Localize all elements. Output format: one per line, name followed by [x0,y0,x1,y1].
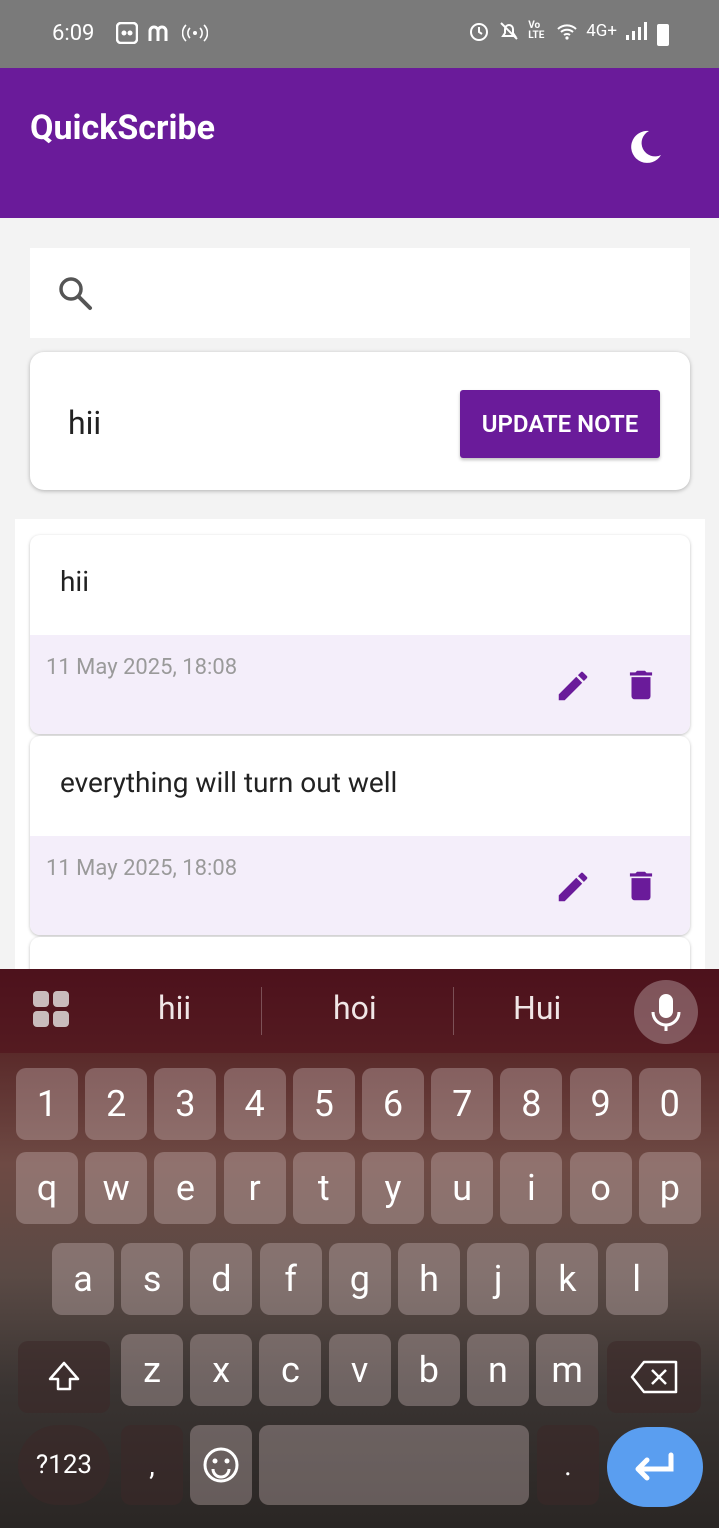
soft-keyboard: hii hoi Hui ?123 , . 1234567890 qwertyuio… [0,969,719,1528]
signal-icon [626,22,647,40]
number-key[interactable]: 6 [362,1068,424,1140]
number-key[interactable]: 1 [16,1068,78,1140]
alarm-icon [470,23,489,41]
letter-key[interactable]: v [328,1334,391,1406]
letter-key[interactable]: w [85,1152,148,1224]
emoji-smile-icon [203,1447,239,1483]
letter-key[interactable]: f [259,1243,322,1315]
letter-key[interactable]: k [536,1243,599,1315]
microphone-icon [651,994,681,1031]
edit-pencil-icon[interactable] [554,667,592,705]
letter-key[interactable]: m [536,1334,599,1406]
letter-key[interactable]: o [569,1152,632,1224]
note-text: everything will turn out well [60,766,398,799]
app-bar: QuickScribe [0,68,719,218]
edit-pencil-icon[interactable] [554,868,592,906]
voice-input-button[interactable] [634,980,698,1044]
note-footer: 11 May 2025, 18:08 [30,836,690,935]
m-app-icon [148,25,168,41]
dark-mode-moon-icon[interactable] [625,127,665,167]
shift-key[interactable] [18,1341,110,1413]
notes-list: hii 11 May 2025, 18:08 everything will t… [15,519,705,979]
number-key[interactable]: 3 [154,1068,217,1140]
letter-key[interactable]: l [605,1243,668,1315]
comma-key[interactable]: , [121,1425,183,1505]
letter-key[interactable]: z [121,1334,183,1406]
suggestion-bar: hii hoi Hui [0,969,719,1053]
search-icon [59,277,92,310]
backspace-key[interactable] [607,1341,701,1413]
wifi-icon [557,24,577,40]
mute-bell-icon [500,22,518,40]
delete-trash-icon[interactable] [622,666,660,704]
delete-trash-icon[interactable] [622,867,660,905]
apps-grid-icon[interactable] [33,991,69,1027]
number-key[interactable]: 8 [500,1068,563,1140]
number-key[interactable]: 0 [638,1068,701,1140]
letter-key[interactable]: i [500,1152,563,1224]
note-text: hii [60,565,90,598]
volte-label: Vo LTE [528,20,545,41]
emoji-key[interactable] [190,1425,252,1505]
letter-key[interactable]: g [328,1243,391,1315]
letter-key[interactable]: n [467,1334,529,1406]
letter-key[interactable]: p [638,1152,701,1224]
hotspot-signal-icon [182,24,208,42]
backspace-icon [630,1360,678,1394]
network-type: 4G+ [586,21,617,41]
letter-key[interactable]: t [292,1152,355,1224]
number-key[interactable]: 9 [569,1068,632,1140]
period-key[interactable]: . [537,1425,599,1505]
battery-icon [657,24,669,46]
note-editor-card: hii UPDATE NOTE [30,352,690,490]
letter-key[interactable]: e [154,1152,217,1224]
space-key[interactable] [259,1425,529,1505]
letter-key[interactable]: a [52,1243,114,1315]
number-key[interactable]: 5 [292,1068,355,1140]
app-title: QuickScribe [30,108,215,148]
number-key[interactable]: 7 [431,1068,494,1140]
letter-key[interactable]: d [190,1243,253,1315]
status-time: 6:09 [52,21,95,46]
note-card[interactable]: hii 11 May 2025, 18:08 [30,535,690,734]
letter-key[interactable]: j [467,1243,530,1315]
note-footer: 11 May 2025, 18:08 [30,635,690,734]
letter-key[interactable]: b [397,1334,460,1406]
status-left-icons [116,22,208,44]
status-right-icons: Vo LTE 4G+ [468,20,647,42]
suggestion-2[interactable]: hoi [333,989,377,1027]
note-date: 11 May 2025, 18:08 [46,856,238,881]
letter-key[interactable]: c [259,1334,322,1406]
symbols-key[interactable]: ?123 [18,1425,110,1505]
search-input[interactable] [120,276,660,312]
number-key[interactable]: 2 [85,1068,148,1140]
search-bar[interactable] [30,248,690,338]
enter-key[interactable] [607,1427,703,1507]
letter-key[interactable]: r [223,1152,286,1224]
suggestion-divider [261,987,262,1035]
status-bar: 6:09 Vo LTE 4G+ [0,0,719,68]
letter-key[interactable]: y [362,1152,424,1224]
suggestion-divider [453,987,454,1035]
letter-key[interactable]: q [16,1152,78,1224]
note-date: 11 May 2025, 18:08 [46,655,238,680]
shift-arrow-icon [48,1361,80,1391]
number-key[interactable]: 4 [223,1068,286,1140]
note-input[interactable]: hii [68,404,101,442]
update-note-button[interactable]: UPDATE NOTE [460,390,660,458]
letter-key[interactable]: s [121,1243,184,1315]
letter-key[interactable]: u [431,1152,494,1224]
app-notification-icon [116,22,138,44]
suggestion-3[interactable]: Hui [513,989,561,1027]
letter-key[interactable]: h [398,1243,460,1315]
enter-arrow-icon [635,1452,674,1481]
suggestion-1[interactable]: hii [158,989,191,1027]
note-card[interactable]: everything will turn out well 11 May 202… [30,736,690,935]
letter-key[interactable]: x [190,1334,253,1406]
